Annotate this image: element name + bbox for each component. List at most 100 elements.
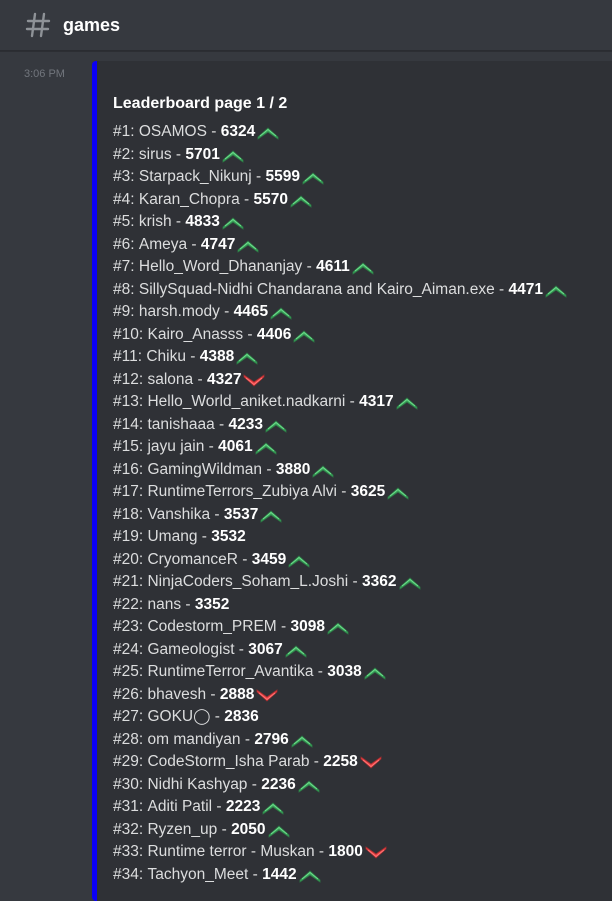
chevron-up-icon (270, 305, 292, 321)
row-username: om mandiyan (147, 730, 241, 748)
row-score: 2050 (231, 820, 266, 838)
leaderboard-row: #5: krish - 4833 (113, 211, 612, 234)
row-rank: #17: (113, 483, 144, 500)
row-rank: #28: (113, 730, 144, 748)
chevron-up-icon (262, 800, 284, 816)
row-username: Starpack_Nikunj (138, 168, 252, 185)
row-score: 4471 (508, 280, 543, 298)
leaderboard-row: #18: Vanshika - 3537 (113, 504, 612, 527)
chevron-up-icon (265, 418, 287, 433)
row-rank: #14: (113, 415, 144, 433)
row-score: 3362 (362, 573, 397, 590)
leaderboard-row: #30: Nidhi Kashyap - 2236 (113, 774, 612, 797)
row-score: 4833 (185, 213, 220, 230)
row-score: 4611 (316, 258, 350, 275)
row-rank: #16: (113, 460, 144, 478)
leaderboard-row: #31: Aditi Patil - 2223 (113, 796, 612, 819)
leaderboard-row: #22: nans - 3352 (113, 594, 612, 617)
chevron-down-icon (243, 373, 265, 387)
chevron-down-icon (360, 755, 382, 769)
leaderboard-row: #16: GamingWildman - 3880 (113, 459, 612, 482)
row-username: Kairo_Anasss (147, 325, 244, 343)
chevron-up-icon (237, 238, 259, 253)
row-username: Nidhi Kashyap (147, 775, 248, 793)
leaderboard-row: #9: harsh.mody - 4465 (113, 301, 612, 324)
row-username: GOKU◯ (147, 708, 211, 725)
chevron-up-icon (288, 553, 310, 568)
row-username: Chiku (146, 348, 186, 365)
row-score: 2236 (261, 775, 296, 793)
row-rank: #32: (113, 820, 144, 838)
row-score: 5599 (265, 168, 300, 185)
row-username: nans (147, 595, 182, 613)
row-username: Ameya (138, 235, 188, 253)
row-rank: #7: (113, 258, 135, 275)
leaderboard-row: #13: Hello_World_aniket.nadkarni - 4317 (113, 391, 612, 414)
leaderboard-row: #34: Tachyon_Meet - 1442 (113, 864, 612, 887)
row-username: NinjaCoders_Soham_L.Joshi (147, 573, 349, 590)
row-username: Tachyon_Meet (147, 865, 249, 883)
leaderboard-row: #21: NinjaCoders_Soham_L.Joshi - 3362 (113, 571, 612, 594)
leaderboard-row: #7: Hello_Word_Dhananjay - 4611 (113, 256, 612, 279)
row-score: 3537 (223, 505, 259, 523)
row-score: 3532 (211, 528, 246, 545)
row-score: 3067 (248, 640, 283, 658)
row-username: krish (138, 213, 172, 230)
leaderboard-row: #27: GOKU◯ - 2836 (113, 706, 612, 729)
row-rank: #31: (113, 798, 144, 815)
row-rank: #30: (113, 775, 144, 793)
row-username: bhavesh (147, 685, 207, 703)
leaderboard-row: #4: Karan_Chopra - 5570 (113, 189, 612, 212)
channel-name[interactable]: games (63, 14, 120, 36)
leaderboard-row: #26: bhavesh - 2888 (113, 684, 612, 707)
chevron-up-icon (291, 733, 313, 748)
row-username: OSAMOS (138, 123, 207, 140)
row-score: 4061 (218, 438, 253, 455)
row-rank: #18: (113, 505, 144, 523)
chevron-up-icon (399, 575, 421, 591)
row-rank: #33: (113, 843, 144, 860)
row-rank: #29: (113, 753, 144, 770)
row-score: 4406 (256, 325, 292, 343)
row-username: Ryzen_up (147, 820, 218, 838)
leaderboard-row: #6: Ameya - 4747 (113, 234, 612, 257)
leaderboard-row: #15: jayu jain - 4061 (113, 436, 612, 459)
row-score: 3625 (350, 483, 386, 500)
chevron-up-icon (257, 125, 279, 141)
row-rank: #8: (113, 280, 135, 298)
leaderboard-row: #17: RuntimeTerrors_Zubiya Alvi - 3625 (113, 481, 612, 504)
row-username: CodeStorm_Isha Parab (147, 753, 310, 770)
row-rank: #19: (113, 528, 144, 545)
row-username: SillySquad-Nidhi Chandarana and Kairo_Ai… (138, 280, 495, 298)
row-score: 3038 (327, 663, 362, 680)
leaderboard-row: #8: SillySquad-Nidhi Chandarana and Kair… (113, 279, 612, 302)
row-username: CryomanceR (147, 550, 238, 568)
row-rank: #34: (113, 865, 144, 883)
row-score: 5701 (185, 145, 220, 163)
row-rank: #1: (113, 123, 135, 140)
row-score: 4747 (200, 235, 236, 253)
row-username: Hello_World_aniket.nadkarni (147, 393, 346, 410)
row-username: harsh.mody (138, 303, 220, 320)
leaderboard-row: #24: Gameologist - 3067 (113, 639, 612, 662)
row-score: 4233 (228, 415, 263, 433)
row-rank: #12: (113, 370, 144, 388)
row-score: 1442 (262, 865, 297, 883)
row-rank: #10: (113, 325, 144, 343)
row-score: 3459 (251, 550, 287, 568)
leaderboard-row: #23: Codestorm_PREM - 3098 (113, 616, 612, 639)
row-score: 4388 (199, 348, 235, 365)
message-timestamp: 3:06 PM (24, 68, 65, 80)
row-rank: #4: (113, 190, 135, 208)
leaderboard-row: #14: tanishaaa - 4233 (113, 414, 612, 437)
row-username: jayu jain (147, 438, 205, 455)
bot-message: 3:06 PM Leaderboard page 1 / 2 #1: OSAMO… (0, 51, 612, 901)
hash-icon (24, 11, 52, 39)
row-score: 6324 (220, 123, 256, 140)
row-rank: #21: (113, 573, 144, 590)
row-rank: #23: (113, 618, 144, 635)
row-score: 2836 (224, 708, 259, 725)
row-score: 2888 (219, 685, 255, 703)
leaderboard-row: #3: Starpack_Nikunj - 5599 (113, 166, 612, 189)
row-username: Karan_Chopra (138, 190, 240, 208)
